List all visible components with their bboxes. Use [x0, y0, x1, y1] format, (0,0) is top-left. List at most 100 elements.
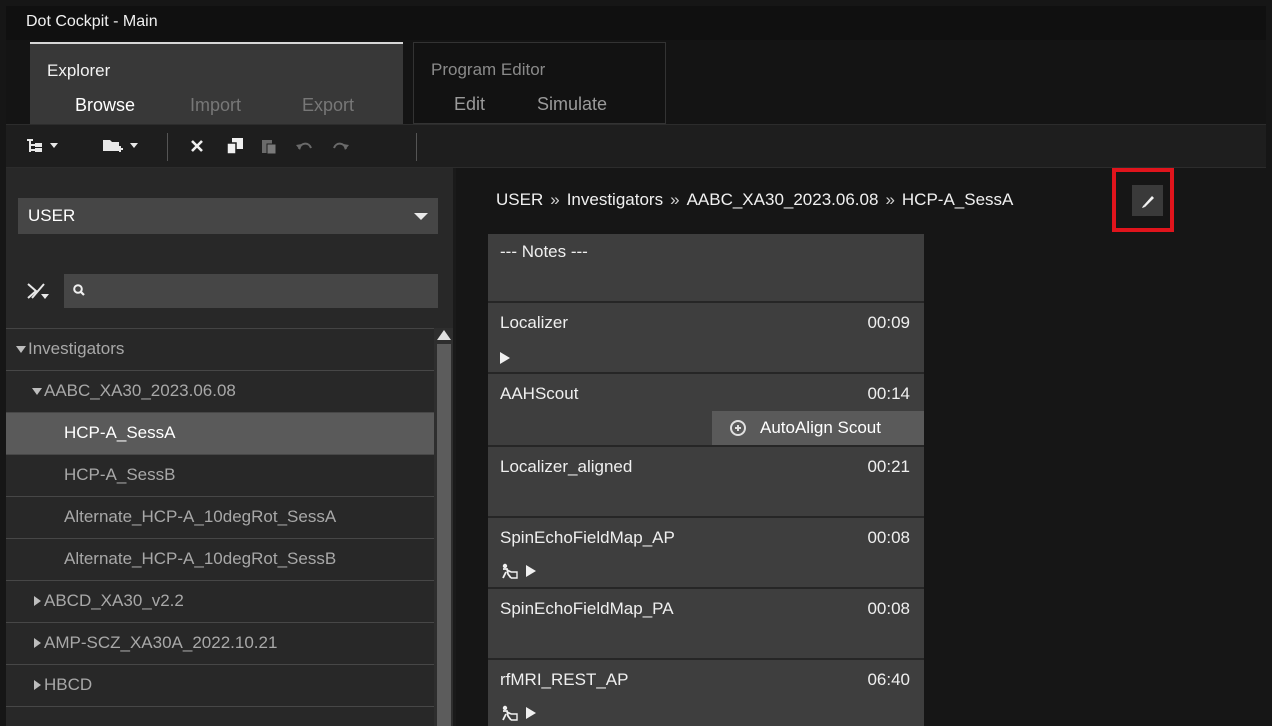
step-icons	[500, 352, 510, 364]
tree-item-label: Alternate_HCP-A_10degRot_SessB	[64, 549, 337, 568]
step-duration: 00:14	[867, 384, 910, 403]
undo-icon	[296, 142, 312, 150]
tree-item-alternate-sessa[interactable]: Alternate_HCP-A_10degRot_SessA	[6, 497, 434, 539]
tree-item-aabc[interactable]: AABC_XA30_2023.06.08	[6, 371, 434, 413]
tree-item-hbcd[interactable]: HBCD	[6, 665, 434, 707]
redo-icon	[333, 142, 349, 150]
tree-item-hcp-a-sessb[interactable]: HCP-A_SessB	[6, 455, 434, 497]
tab-export[interactable]: Export	[302, 95, 354, 116]
scope-value: USER	[28, 206, 76, 225]
tree-view-button[interactable]	[26, 135, 58, 157]
person-icon	[502, 563, 518, 579]
filter-icon	[27, 283, 49, 299]
protocol-step-spinecho-ap[interactable]: SpinEchoFieldMap_AP 00:08	[488, 518, 924, 589]
protocol-step-list: --- Notes --- Localizer 00:09 AAHScout 0…	[488, 234, 924, 726]
chevron-down-icon	[414, 213, 428, 220]
autoalign-label: AutoAlign Scout	[760, 418, 881, 437]
ribbon-group-label: Program Editor	[431, 60, 546, 79]
protocol-step-notes[interactable]: --- Notes ---	[488, 234, 924, 303]
tab-edit[interactable]: Edit	[454, 94, 485, 115]
person-icon	[502, 705, 518, 721]
step-icons	[500, 563, 536, 579]
breadcrumb: USER » Investigators » AABC_XA30_2023.06.08 »…	[496, 190, 1013, 210]
expanded-arrow-icon	[16, 346, 26, 353]
tree-item-label: AMP-SCZ_XA30A_2022.10.21	[44, 633, 278, 652]
chevron-down-icon	[50, 143, 58, 148]
tree-item-hcp-a-sessa[interactable]: HCP-A_SessA	[6, 413, 434, 455]
tree-item-investigators[interactable]: Investigators	[6, 329, 434, 371]
title-bar: Dot Cockpit - Main	[6, 6, 1266, 40]
play-icon[interactable]	[526, 707, 536, 719]
browser-panel: USER Investigators AABC_XA30_2023.06.08 …	[6, 168, 456, 726]
collapsed-arrow-icon	[34, 596, 41, 606]
tree-item-label: HBCD	[44, 675, 93, 694]
tab-import[interactable]: Import	[190, 95, 241, 116]
breadcrumb-separator: »	[550, 190, 560, 209]
new-item-button[interactable]	[102, 135, 138, 157]
breadcrumb-item[interactable]: HCP-A_SessA	[902, 190, 1013, 209]
tree-scrollbar[interactable]	[434, 328, 453, 726]
protocol-step-aahscout[interactable]: AAHScout 00:14 AutoAlign Scout	[488, 374, 924, 447]
tree-item-amp-scz[interactable]: AMP-SCZ_XA30A_2022.10.21	[6, 623, 434, 665]
tree-item-abcd[interactable]: ABCD_XA30_v2.2	[6, 581, 434, 623]
step-duration: 00:21	[867, 457, 910, 476]
tree-item-label: AABC_XA30_2023.06.08	[44, 381, 236, 400]
toolbar-divider	[167, 133, 168, 161]
filter-toggle-button[interactable]	[18, 274, 58, 308]
ribbon-group-program-editor[interactable]: Program Editor Edit Simulate	[413, 42, 666, 124]
breadcrumb-item[interactable]: AABC_XA30_2023.06.08	[687, 190, 879, 209]
tree-item-alternate-sessb[interactable]: Alternate_HCP-A_10degRot_SessB	[6, 539, 434, 581]
protocol-step-localizer-aligned[interactable]: Localizer_aligned 00:21	[488, 447, 924, 518]
tab-simulate[interactable]: Simulate	[537, 94, 607, 115]
program-view: USER » Investigators » AABC_XA30_2023.06.08 »…	[456, 168, 1266, 726]
step-duration: 00:08	[867, 599, 910, 618]
step-name: SpinEchoFieldMap_PA	[500, 599, 674, 618]
toolbar-divider	[416, 133, 417, 161]
ribbon-group-label: Explorer	[47, 61, 111, 80]
breadcrumb-separator: »	[885, 190, 895, 209]
tree-item-label: HCP-A_SessA	[64, 423, 176, 442]
window-title: Dot Cockpit - Main	[26, 13, 158, 30]
step-name: Localizer_aligned	[500, 457, 633, 476]
add-circle-icon	[730, 420, 746, 436]
ribbon: Explorer Browse Import Export Program Ed…	[6, 40, 1266, 124]
paste-button[interactable]	[261, 135, 277, 157]
undo-button[interactable]	[296, 135, 314, 157]
tree-item-label: HCP-A_SessB	[64, 465, 176, 484]
tree-view-icon	[27, 139, 42, 152]
collapsed-arrow-icon	[34, 680, 41, 690]
scrollbar-thumb[interactable]	[437, 344, 451, 726]
play-icon[interactable]	[500, 352, 510, 364]
step-duration: 06:40	[867, 670, 910, 689]
search-icon	[73, 284, 85, 296]
copy-button[interactable]	[226, 135, 244, 157]
edit-program-button[interactable]	[1132, 185, 1163, 216]
breadcrumb-item[interactable]: USER	[496, 190, 543, 209]
step-name: Localizer	[500, 313, 569, 332]
expanded-arrow-icon	[32, 388, 42, 395]
delete-icon	[191, 140, 203, 152]
new-folder-icon	[103, 140, 123, 152]
protocol-step-rfmri-rest-ap[interactable]: rfMRI_REST_AP 06:40	[488, 660, 924, 726]
redo-button[interactable]	[331, 135, 349, 157]
breadcrumb-item[interactable]: Investigators	[567, 190, 663, 209]
scope-dropdown[interactable]: USER	[18, 198, 438, 234]
tree-item-label: ABCD_XA30_v2.2	[44, 591, 184, 610]
paste-icon	[262, 140, 277, 155]
delete-button[interactable]	[190, 135, 204, 157]
tree-search-input[interactable]	[64, 274, 438, 308]
pencil-icon	[1141, 195, 1154, 208]
project-tree: Investigators AABC_XA30_2023.06.08 HCP-A…	[6, 328, 434, 726]
ribbon-group-explorer[interactable]: Explorer Browse Import Export	[30, 42, 403, 124]
chevron-down-icon	[130, 143, 138, 148]
toolbar	[6, 124, 1266, 168]
autoalign-scout-button[interactable]: AutoAlign Scout	[712, 411, 924, 445]
step-name: rfMRI_REST_AP	[500, 670, 629, 689]
protocol-step-localizer[interactable]: Localizer 00:09	[488, 303, 924, 374]
breadcrumb-separator: »	[670, 190, 680, 209]
protocol-step-spinecho-pa[interactable]: SpinEchoFieldMap_PA 00:08	[488, 589, 924, 660]
step-duration: 00:09	[867, 313, 910, 332]
scroll-up-arrow-icon[interactable]	[437, 330, 451, 340]
tab-browse[interactable]: Browse	[75, 95, 135, 116]
play-icon[interactable]	[526, 565, 536, 577]
